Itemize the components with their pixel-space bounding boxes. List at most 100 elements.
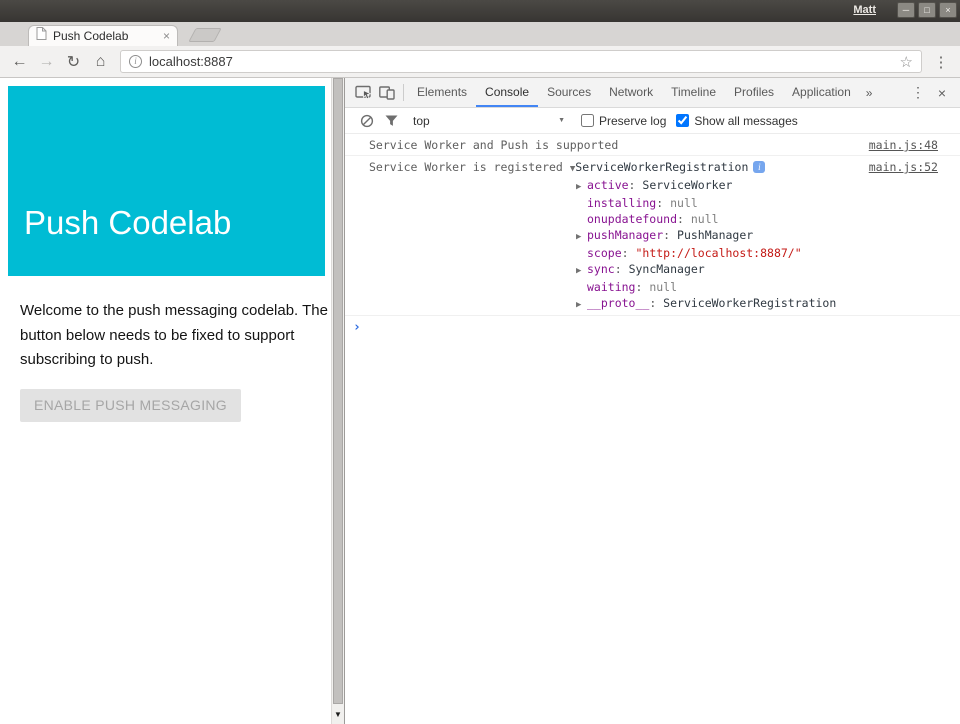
- console-toolbar: top ▼ Preserve log Show all messages: [345, 108, 960, 134]
- object-class-name[interactable]: ServiceWorkerRegistration: [575, 160, 748, 174]
- property-row[interactable]: ▶pushManagerPushManager: [576, 227, 938, 245]
- devtools-close-button[interactable]: ×: [930, 85, 954, 101]
- expand-icon[interactable]: ▶: [576, 297, 587, 313]
- preserve-log-input[interactable]: [581, 114, 594, 127]
- preserve-log-checkbox[interactable]: Preserve log: [581, 114, 666, 128]
- preserve-log-label: Preserve log: [599, 114, 666, 128]
- property-value: null: [649, 280, 677, 294]
- forward-button[interactable]: →: [33, 53, 60, 71]
- property-value: null: [670, 196, 698, 210]
- source-link[interactable]: main.js:52: [869, 159, 938, 175]
- browser-menu-button[interactable]: ⋮: [928, 53, 954, 71]
- tab-timeline[interactable]: Timeline: [662, 78, 725, 107]
- tab-network[interactable]: Network: [600, 78, 662, 107]
- tab-elements[interactable]: Elements: [408, 78, 476, 107]
- paragraph-line: subscribing to push.: [20, 348, 328, 373]
- window-controls: ─ □ ×: [897, 2, 957, 18]
- filter-button[interactable]: [379, 109, 403, 133]
- page-paragraph: Welcome to the push messaging codelab. T…: [20, 299, 328, 373]
- chevron-down-icon: ▼: [558, 117, 571, 124]
- page-scrollbar[interactable]: ▼: [331, 78, 344, 724]
- show-all-messages-label: Show all messages: [694, 114, 797, 128]
- tab-application[interactable]: Application: [783, 78, 860, 107]
- tab-console[interactable]: Console: [476, 78, 538, 107]
- source-link[interactable]: main.js:48: [869, 137, 938, 153]
- tab-profiles[interactable]: Profiles: [725, 78, 783, 107]
- devtools-menu-button[interactable]: ⋮: [906, 84, 930, 101]
- browser-tab[interactable]: Push Codelab ×: [28, 25, 178, 46]
- tab-close-icon[interactable]: ×: [163, 30, 170, 42]
- minimize-button[interactable]: ─: [897, 2, 915, 18]
- session-user-label[interactable]: Matt: [853, 4, 876, 16]
- property-row[interactable]: ▶activeServiceWorker: [576, 177, 938, 195]
- property-value: PushManager: [677, 228, 753, 242]
- property-row[interactable]: ▶__proto__ServiceWorkerRegistration: [576, 295, 938, 313]
- reload-button[interactable]: ↻: [60, 52, 87, 72]
- property-name: __proto__: [587, 296, 663, 310]
- property-name: waiting: [587, 280, 649, 294]
- console-prompt[interactable]: ›: [345, 316, 960, 339]
- property-row[interactable]: ▶syncSyncManager: [576, 261, 938, 279]
- enable-push-button[interactable]: ENABLE PUSH MESSAGING: [20, 389, 241, 422]
- address-bar[interactable]: i localhost:8887 ☆: [120, 50, 922, 73]
- bookmark-star-icon[interactable]: ☆: [900, 53, 913, 71]
- property-row[interactable]: onupdatefoundnull: [576, 211, 938, 227]
- property-value: "http://localhost:8887/": [635, 246, 801, 260]
- property-value: ServiceWorker: [642, 178, 732, 192]
- page-favicon-icon: [36, 27, 47, 45]
- scrollbar-thumb[interactable]: [333, 78, 343, 704]
- paragraph-line: Welcome to the push messaging codelab. T…: [20, 299, 328, 324]
- back-button[interactable]: ←: [6, 53, 33, 71]
- browser-toolbar: ← → ↻ ⌂ i localhost:8887 ☆ ⋮: [0, 46, 960, 78]
- show-all-messages-input[interactable]: [676, 114, 689, 127]
- inspect-cursor-icon: [355, 85, 372, 100]
- console-message: main.js:48 Service Worker and Push is su…: [345, 134, 960, 156]
- info-badge-icon: i: [753, 161, 765, 173]
- paragraph-line: button below needs to be fixed to suppor…: [20, 324, 328, 349]
- tab-strip: Push Codelab ×: [0, 22, 960, 46]
- property-name: pushManager: [587, 228, 677, 242]
- console-message: main.js:52 Service Worker is registered▼…: [345, 156, 960, 316]
- object-properties: ▶activeServiceWorker installingnull onup…: [576, 177, 938, 313]
- page-title: Push Codelab: [24, 204, 231, 242]
- toolbar-divider: [403, 84, 404, 101]
- expand-icon[interactable]: ▶: [576, 229, 587, 245]
- property-value: SyncManager: [629, 262, 705, 276]
- execution-context-selector[interactable]: top ▼: [413, 114, 571, 128]
- clear-console-icon: [360, 114, 374, 128]
- tab-sources[interactable]: Sources: [538, 78, 600, 107]
- property-value: ServiceWorkerRegistration: [663, 296, 836, 310]
- device-icon: [379, 86, 395, 100]
- context-label: top: [413, 114, 430, 128]
- property-name: sync: [587, 262, 629, 276]
- devtools-panel: Elements Console Sources Network Timelin…: [344, 78, 960, 724]
- property-row[interactable]: scope"http://localhost:8887/": [576, 245, 938, 261]
- show-all-messages-checkbox[interactable]: Show all messages: [676, 114, 797, 128]
- new-tab-button[interactable]: [188, 28, 221, 42]
- maximize-icon: □: [924, 5, 929, 15]
- more-tabs-button[interactable]: »: [860, 86, 879, 100]
- url-text[interactable]: localhost:8887: [149, 54, 233, 69]
- inspect-element-button[interactable]: [351, 81, 375, 105]
- expand-icon[interactable]: ▶: [576, 263, 587, 279]
- property-row[interactable]: installingnull: [576, 195, 938, 211]
- maximize-button[interactable]: □: [918, 2, 936, 18]
- tab-title: Push Codelab: [53, 29, 163, 43]
- window-close-button[interactable]: ×: [939, 2, 957, 18]
- console-message-text: Service Worker is registered: [369, 160, 563, 174]
- home-button[interactable]: ⌂: [87, 53, 114, 71]
- console-message-text: Service Worker and Push is supported: [369, 138, 618, 152]
- device-toolbar-button[interactable]: [375, 81, 399, 105]
- expand-icon[interactable]: ▶: [576, 179, 587, 195]
- console-messages: main.js:48 Service Worker and Push is su…: [345, 134, 960, 724]
- scroll-down-icon[interactable]: ▼: [332, 709, 344, 721]
- page-info-icon[interactable]: i: [129, 55, 142, 68]
- property-name: scope: [587, 246, 635, 260]
- property-value: null: [691, 212, 719, 226]
- clear-console-button[interactable]: [355, 109, 379, 133]
- page-content: Push Codelab Welcome to the push messagi…: [0, 78, 331, 724]
- property-row[interactable]: waitingnull: [576, 279, 938, 295]
- property-name: active: [587, 178, 642, 192]
- property-name: installing: [587, 196, 670, 210]
- devtools-tabbar: Elements Console Sources Network Timelin…: [345, 78, 960, 108]
